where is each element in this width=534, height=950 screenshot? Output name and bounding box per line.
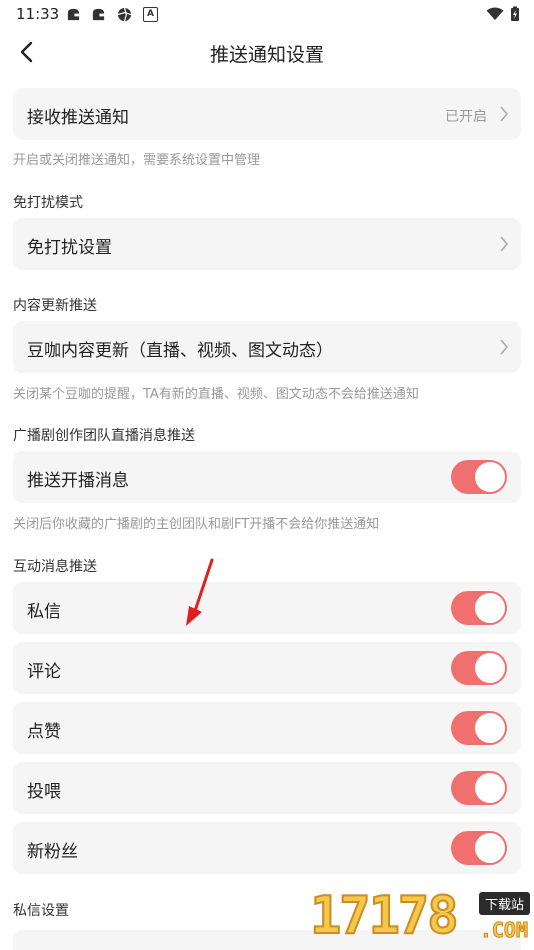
row-label: 豆咖内容更新（直播、视频、图文动态） [27,341,333,361]
toggle-knob [475,462,505,492]
toggle-knob [475,653,505,683]
interaction-row-new-follower: 新粉丝 [13,822,521,874]
chevron-right-icon [500,236,509,252]
wifi-icon [486,7,504,20]
radio-drama-live-toggle[interactable] [451,460,507,494]
push-status-value: 已开启 [445,109,487,125]
new-follower-toggle[interactable] [451,831,507,865]
page-title: 推送通知设置 [209,44,324,66]
status-indicators [486,6,520,22]
radio-drama-live-row: 推送开播消息 [13,451,521,503]
toggle-knob [475,713,505,743]
interaction-row-feed: 投喂 [13,762,521,814]
watermark-domain: .COM [479,918,528,943]
section-title-dnd: 免打扰模式 [13,195,83,211]
content-update-row[interactable]: 豆咖内容更新（直播、视频、图文动态） [13,321,521,373]
row-label: 投喂 [27,782,61,802]
chevron-right-icon [500,339,509,355]
toggle-knob [475,773,505,803]
private-message-toggle[interactable] [451,591,507,625]
comment-toggle[interactable] [451,651,507,685]
row-label: 评论 [27,662,61,682]
annotation-arrow-icon [186,558,214,626]
section-title-radio-drama: 广播剧创作团队直播消息推送 [13,428,195,444]
battery-charging-icon [511,6,519,21]
receive-push-hint: 开启或关闭推送通知，需要系统设置中管理 [13,153,261,168]
section-title-interaction: 互动消息推送 [13,559,97,575]
nav-bar: 推送通知设置 [0,30,534,74]
toggle-knob [475,833,505,863]
site-watermark-logo: 17178 下载站 .COM [309,885,534,950]
chevron-right-icon [500,106,509,122]
content-update-hint: 关闭某个豆咖的提醒，TA有新的直播、视频、图文动态不会给推送通知 [13,387,419,402]
row-label: 私信 [27,602,61,622]
row-label: 接收推送通知 [27,108,129,128]
row-label: 免打扰设置 [27,238,112,258]
section-title-content-update: 内容更新推送 [13,298,97,314]
row-label: 点赞 [27,722,61,742]
status-bar: 11:33 A [0,0,534,30]
app-badge-icon: A [143,7,158,22]
interaction-row-private-message: 私信 [13,582,521,634]
app-notification-icon [92,8,105,21]
like-toggle[interactable] [451,711,507,745]
row-label: 推送开播消息 [27,471,129,491]
dnd-settings-row[interactable]: 免打扰设置 [13,218,521,270]
interaction-row-like: 点赞 [13,702,521,754]
feed-toggle[interactable] [451,771,507,805]
watermark-tag: 下载站 [478,892,530,915]
aperture-icon [117,7,132,22]
watermark-digits: 17178 [309,885,460,947]
interaction-row-comment: 评论 [13,642,521,694]
row-label: 新粉丝 [27,842,78,862]
toggle-knob [475,593,505,623]
status-time: 11:33 [16,5,60,23]
app-notification-icon [67,8,80,21]
receive-push-row[interactable]: 接收推送通知 已开启 [13,88,521,140]
section-title-private-message: 私信设置 [13,903,69,919]
radio-drama-hint: 关闭后你收藏的广播剧的主创团队和剧FT开播不会给你推送通知 [13,517,380,532]
